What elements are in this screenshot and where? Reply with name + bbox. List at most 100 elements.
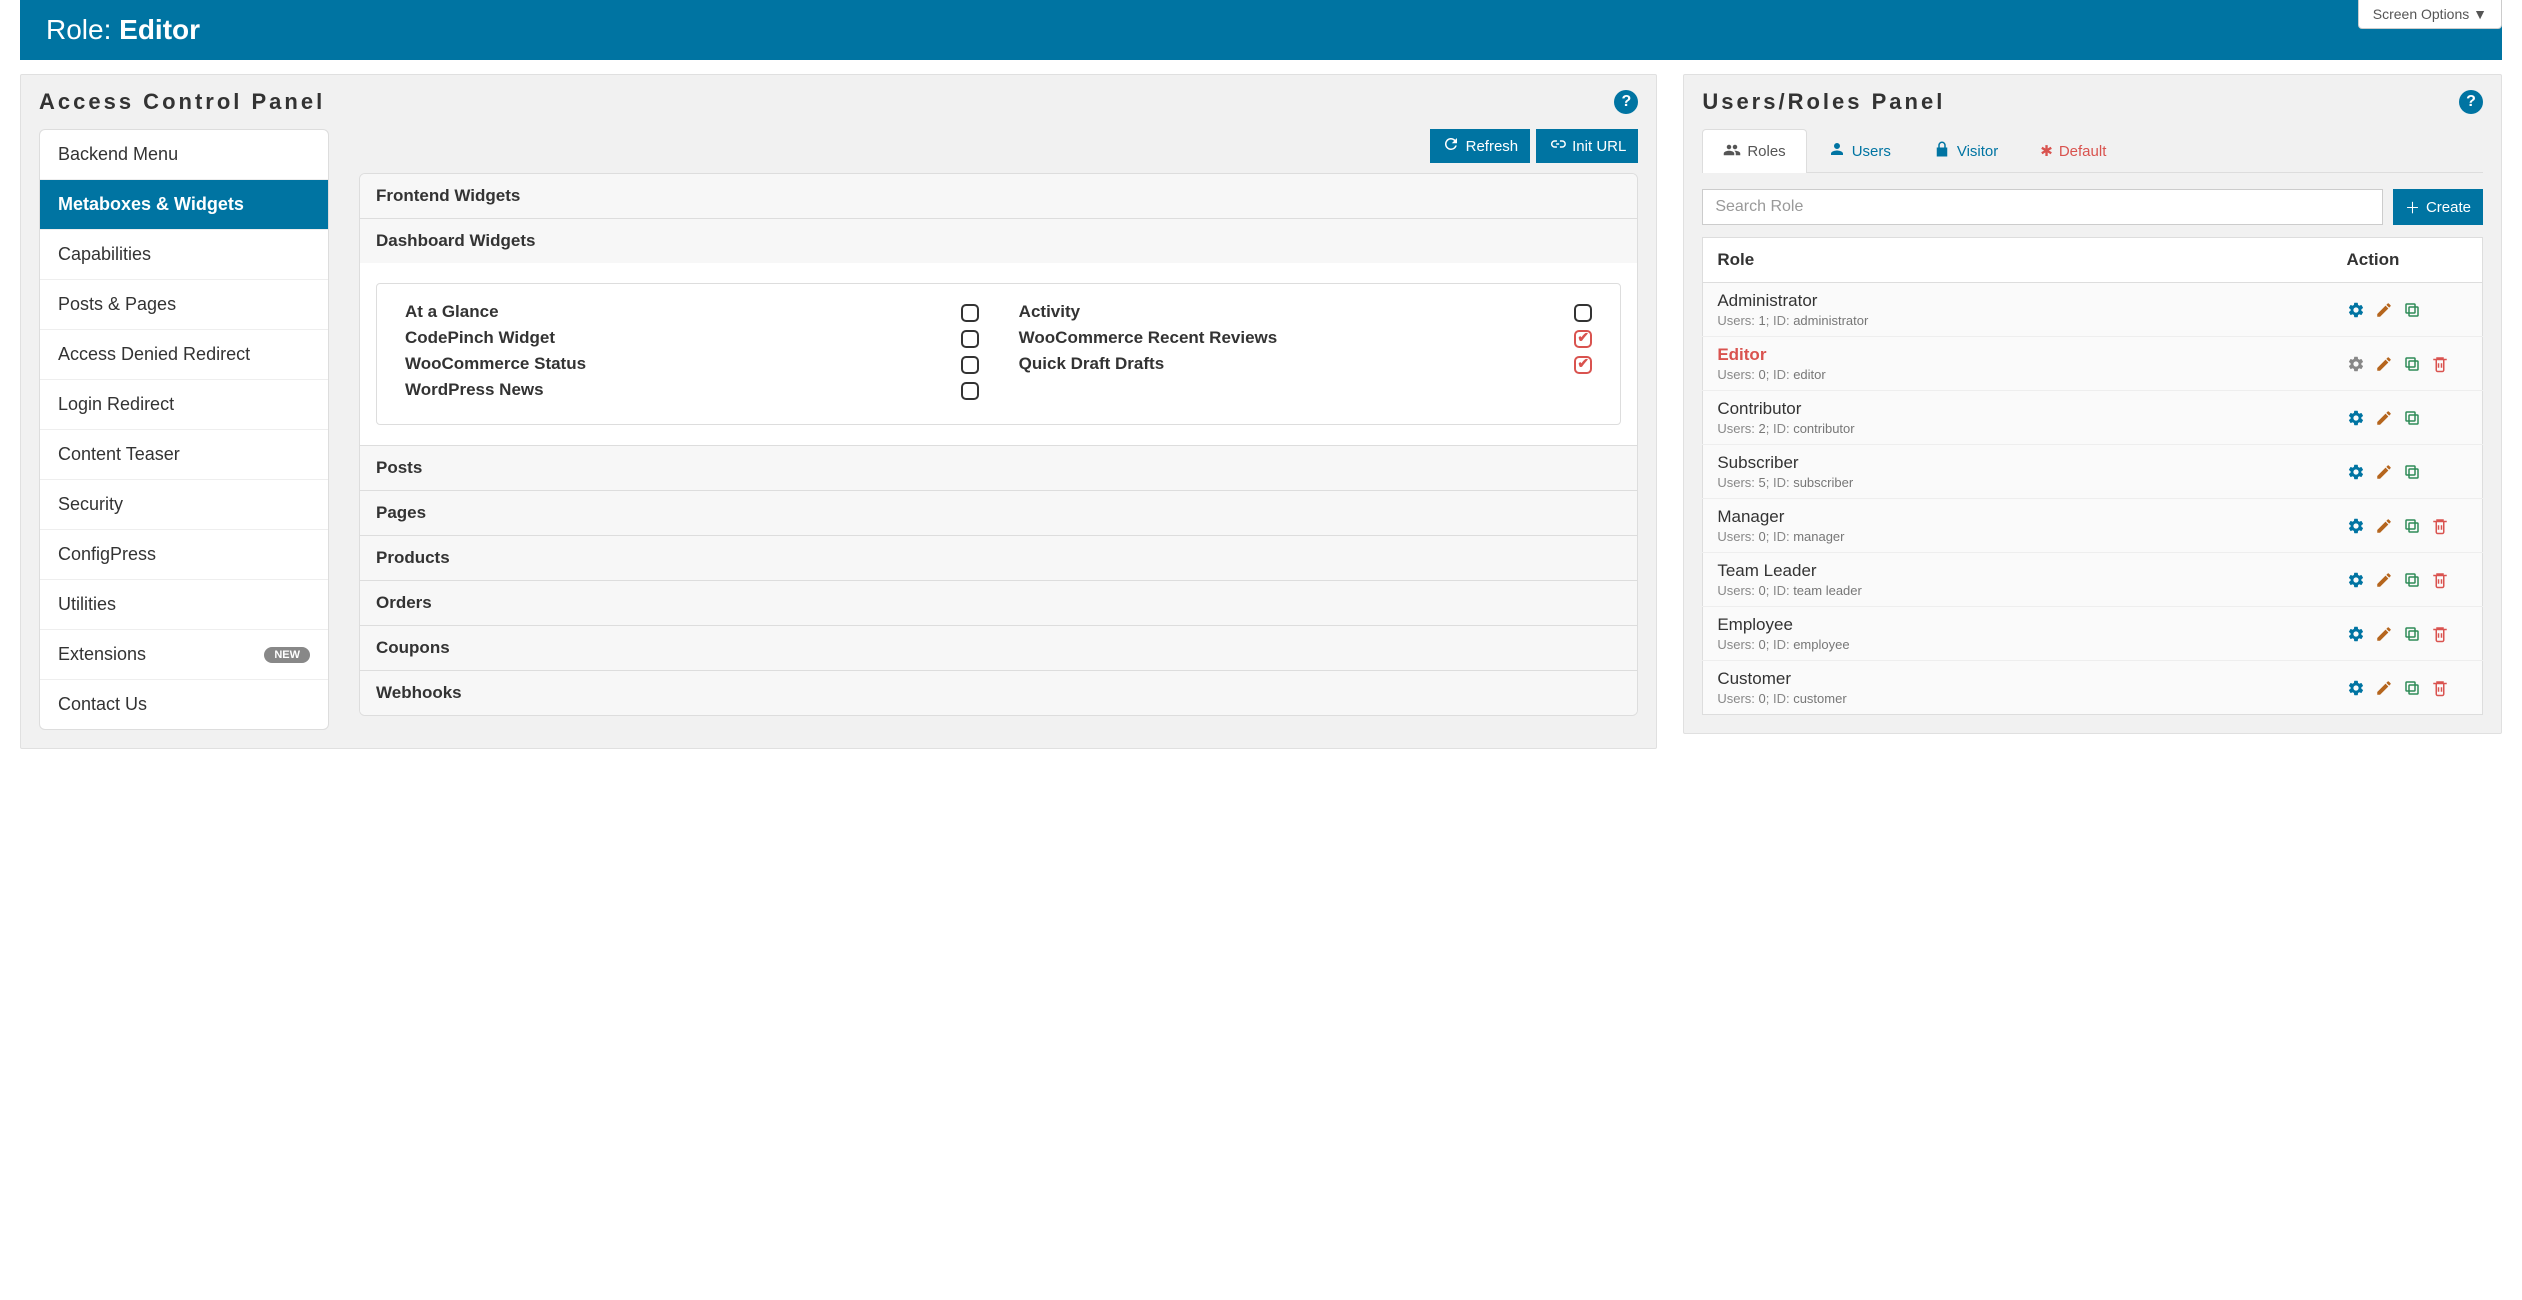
help-icon[interactable]: ?	[2459, 90, 2483, 114]
role-name[interactable]: Administrator	[1717, 291, 2318, 311]
access-control-panel: Access Control Panel ? Backend MenuMetab…	[20, 74, 1657, 749]
widget-label: WordPress News	[405, 380, 961, 400]
sidebar-item[interactable]: Access Denied Redirect	[40, 330, 328, 380]
section-orders[interactable]: Orders	[360, 581, 1637, 625]
sidebar-item[interactable]: Capabilities	[40, 230, 328, 280]
role-name[interactable]: Team Leader	[1717, 561, 2318, 581]
role-row: Employee Users: 0; ID: employee	[1703, 607, 2483, 661]
sidebar-item[interactable]: ExtensionsNEW	[40, 630, 328, 680]
sidebar-item[interactable]: Content Teaser	[40, 430, 328, 480]
section-posts[interactable]: Posts	[360, 446, 1637, 490]
manage-icon[interactable]	[2347, 517, 2365, 535]
manage-icon[interactable]	[2347, 463, 2365, 481]
sidebar-item[interactable]: Security	[40, 480, 328, 530]
section-webhooks[interactable]: Webhooks	[360, 671, 1637, 715]
manage-icon[interactable]	[2347, 355, 2365, 373]
role-name[interactable]: Employee	[1717, 615, 2318, 635]
clone-icon[interactable]	[2403, 571, 2421, 589]
sidebar-item-label: Utilities	[58, 594, 116, 615]
widget-label: Activity	[1019, 302, 1575, 322]
clone-icon[interactable]	[2403, 517, 2421, 535]
search-role-input[interactable]	[1702, 189, 2383, 225]
sidebar-item[interactable]: ConfigPress	[40, 530, 328, 580]
role-meta: Users: 0; ID: employee	[1717, 637, 2318, 652]
manage-icon[interactable]	[2347, 571, 2365, 589]
sidebar-item-label: Posts & Pages	[58, 294, 176, 315]
edit-icon[interactable]	[2375, 409, 2393, 427]
init-url-button[interactable]: Init URL	[1536, 129, 1638, 163]
role-name[interactable]: Manager	[1717, 507, 2318, 527]
widget-row: Activity	[1019, 302, 1593, 322]
sidebar-item[interactable]: Contact Us	[40, 680, 328, 729]
clone-icon[interactable]	[2403, 409, 2421, 427]
title-prefix: Role:	[46, 14, 119, 45]
role-row: CustomerUsers: 0; ID: customer	[1703, 661, 2483, 715]
edit-icon[interactable]	[2375, 517, 2393, 535]
tab-default[interactable]: ✱ Default	[2019, 129, 2127, 172]
widget-label: Quick Draft Drafts	[1019, 354, 1575, 374]
sidebar-item[interactable]: Posts & Pages	[40, 280, 328, 330]
widget-checkbox[interactable]	[961, 356, 979, 374]
role-row: Contributor Users: 2; ID: contributor	[1703, 391, 2483, 445]
role-name[interactable]: Editor	[1717, 345, 2318, 365]
acp-sidebar: Backend MenuMetaboxes & WidgetsCapabilit…	[39, 129, 329, 730]
edit-icon[interactable]	[2375, 679, 2393, 697]
tab-roles[interactable]: Roles	[1702, 129, 1806, 173]
manage-icon[interactable]	[2347, 409, 2365, 427]
delete-icon[interactable]	[2431, 625, 2449, 643]
edit-icon[interactable]	[2375, 625, 2393, 643]
init-url-label: Init URL	[1572, 138, 1626, 155]
refresh-button[interactable]: Refresh	[1430, 129, 1531, 163]
manage-icon[interactable]	[2347, 625, 2365, 643]
tab-users[interactable]: Users	[1807, 129, 1912, 172]
help-icon[interactable]: ?	[1614, 90, 1638, 114]
widget-checkbox[interactable]	[961, 330, 979, 348]
edit-icon[interactable]	[2375, 355, 2393, 373]
section-dashboard-widgets[interactable]: Dashboard Widgets	[360, 219, 1637, 263]
sidebar-item[interactable]: Utilities	[40, 580, 328, 630]
clone-icon[interactable]	[2403, 679, 2421, 697]
edit-icon[interactable]	[2375, 571, 2393, 589]
user-icon	[1828, 140, 1846, 162]
widget-checkbox[interactable]	[1574, 330, 1592, 348]
clone-icon[interactable]	[2403, 625, 2421, 643]
manage-icon[interactable]	[2347, 301, 2365, 319]
widget-checkbox[interactable]	[1574, 304, 1592, 322]
section-products[interactable]: Products	[360, 536, 1637, 580]
tab-visitor[interactable]: Visitor	[1912, 129, 2019, 172]
edit-icon[interactable]	[2375, 301, 2393, 319]
manage-icon[interactable]	[2347, 679, 2365, 697]
action-cell	[2333, 283, 2483, 337]
create-role-button[interactable]: ＋ Create	[2393, 189, 2483, 225]
urp-tabs: Roles Users Visitor ✱ Default	[1702, 129, 2483, 173]
delete-icon[interactable]	[2431, 679, 2449, 697]
sidebar-item-label: Extensions	[58, 644, 146, 665]
section-pages[interactable]: Pages	[360, 491, 1637, 535]
role-meta: Users: 0; ID: manager	[1717, 529, 2318, 544]
clone-icon[interactable]	[2403, 355, 2421, 373]
clone-icon[interactable]	[2403, 463, 2421, 481]
role-meta: Users: 2; ID: contributor	[1717, 421, 2318, 436]
widget-checkbox[interactable]	[1574, 356, 1592, 374]
link-icon	[1548, 135, 1566, 157]
widget-checkbox[interactable]	[961, 304, 979, 322]
delete-icon[interactable]	[2431, 517, 2449, 535]
sidebar-item[interactable]: Backend Menu	[40, 130, 328, 180]
screen-options-toggle[interactable]: Screen Options ▼	[2358, 0, 2502, 29]
section-frontend-widgets[interactable]: Frontend Widgets	[360, 174, 1637, 218]
widget-checkbox[interactable]	[961, 382, 979, 400]
role-name[interactable]: Customer	[1717, 669, 2318, 689]
role-name[interactable]: Subscriber	[1717, 453, 2318, 473]
sidebar-item[interactable]: Metaboxes & Widgets	[40, 180, 328, 230]
users-roles-panel: Users/Roles Panel ? Roles Users Visitor	[1683, 74, 2502, 734]
section-coupons[interactable]: Coupons	[360, 626, 1637, 670]
role-name[interactable]: Contributor	[1717, 399, 2318, 419]
widgets-accordion: Frontend Widgets Dashboard Widgets At a …	[359, 173, 1638, 716]
edit-icon[interactable]	[2375, 463, 2393, 481]
role-cell: Team LeaderUsers: 0; ID: team leader	[1703, 553, 2333, 607]
sidebar-item[interactable]: Login Redirect	[40, 380, 328, 430]
delete-icon[interactable]	[2431, 355, 2449, 373]
clone-icon[interactable]	[2403, 301, 2421, 319]
th-role: Role	[1703, 238, 2333, 283]
delete-icon[interactable]	[2431, 571, 2449, 589]
